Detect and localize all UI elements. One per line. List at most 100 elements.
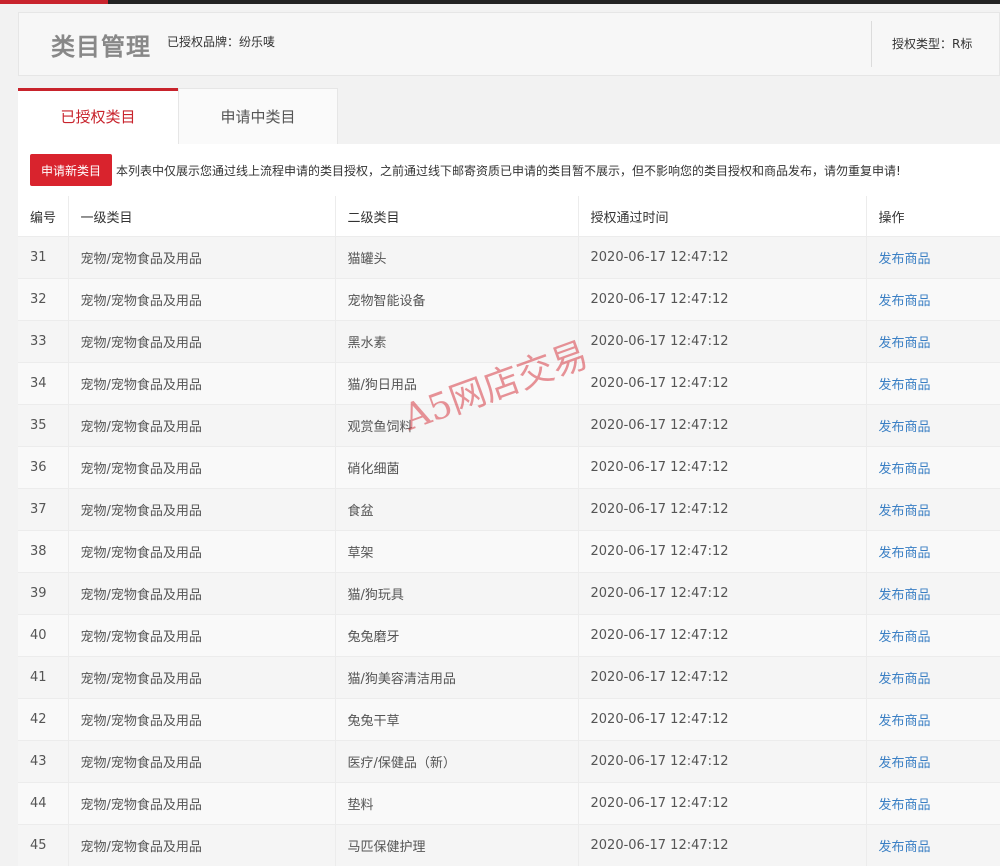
table-row: 33宠物/宠物食品及用品黑水素2020-06-17 12:47:12 发布商品 — [18, 321, 1000, 363]
column-header-time: 授权通过时间 — [578, 196, 866, 237]
publish-product-link[interactable]: 发布商品 — [879, 546, 931, 561]
cell-id: 40 — [18, 615, 68, 657]
cell-level1-category: 宠物/宠物食品及用品 — [68, 741, 335, 783]
cell-level2-category: 马匹保健护理 — [335, 825, 578, 866]
top-bar-accent — [0, 0, 108, 4]
table-row: 35宠物/宠物食品及用品观赏鱼饲料2020-06-17 12:47:12发布商品 — [18, 405, 1000, 447]
cell-id: 34 — [18, 363, 68, 405]
publish-product-link[interactable]: 发布商品 — [879, 588, 931, 603]
table-row: 41宠物/宠物食品及用品猫/狗美容清洁用品2020-06-17 12:47:12… — [18, 657, 1000, 699]
cell-auth-time: 2020-06-17 12:47:12 — [578, 825, 866, 866]
publish-product-link[interactable]: 发布商品 — [879, 336, 931, 351]
table-row: 37宠物/宠物食品及用品食盆2020-06-17 12:47:12 发布商品 — [18, 489, 1000, 531]
tab-authorized-categories[interactable]: 已授权类目 — [18, 88, 178, 144]
cell-auth-time: 2020-06-17 12:47:12 — [578, 447, 866, 489]
publish-product-link[interactable]: 发布商品 — [879, 630, 931, 645]
authorization-type: 授权类型：R标 — [871, 21, 999, 67]
cell-level1-category: 宠物/宠物食品及用品 — [68, 657, 335, 699]
cell-level2-category: 兔兔干草 — [335, 699, 578, 741]
cell-level2-category: 黑水素 — [335, 321, 578, 363]
publish-product-link[interactable]: 发布商品 — [879, 672, 931, 687]
cell-auth-time: 2020-06-17 12:47:12 — [578, 699, 866, 741]
notice-text: 本列表中仅展示您通过线上流程申请的类目授权，之前通过线下邮寄资质已申请的类目暂不… — [116, 162, 901, 179]
publish-product-link[interactable]: 发布商品 — [879, 420, 931, 435]
table-row: 38宠物/宠物食品及用品草架2020-06-17 12:47:12发布商品 — [18, 531, 1000, 573]
cell-action: 发布商品 — [866, 405, 1000, 447]
table-row: 39宠物/宠物食品及用品猫/狗玩具2020-06-17 12:47:12发布商品 — [18, 573, 1000, 615]
cell-id: 32 — [18, 279, 68, 321]
cell-level1-category: 宠物/宠物食品及用品 — [68, 321, 335, 363]
table-row: 31宠物/宠物食品及用品猫罐头2020-06-17 12:47:12发布商品 — [18, 237, 1000, 279]
cell-action: 发布商品 — [866, 699, 1000, 741]
cell-action: 发布商品 — [866, 237, 1000, 279]
cell-level1-category: 宠物/宠物食品及用品 — [68, 405, 335, 447]
cell-action: 发布商品 — [866, 489, 1000, 531]
table-row: 40宠物/宠物食品及用品兔兔磨牙2020-06-17 12:47:12发布商品 — [18, 615, 1000, 657]
cell-action: 发布商品 — [866, 531, 1000, 573]
cell-level2-category: 医疗/保健品（新） — [335, 741, 578, 783]
cell-level1-category: 宠物/宠物食品及用品 — [68, 783, 335, 825]
cell-id: 31 — [18, 237, 68, 279]
tab-pending-categories[interactable]: 申请中类目 — [178, 88, 338, 144]
table-row: 44宠物/宠物食品及用品垫料2020-06-17 12:47:12发布商品 — [18, 783, 1000, 825]
cell-level1-category: 宠物/宠物食品及用品 — [68, 699, 335, 741]
authorized-brand: 已授权品牌：纷乐唛 — [167, 33, 275, 50]
cell-level1-category: 宠物/宠物食品及用品 — [68, 825, 335, 866]
cell-auth-time: 2020-06-17 12:47:12 — [578, 405, 866, 447]
table-row: 36宠物/宠物食品及用品硝化细菌2020-06-17 12:47:12发布商品 — [18, 447, 1000, 489]
cell-action: 发布商品 — [866, 321, 1000, 363]
cell-level1-category: 宠物/宠物食品及用品 — [68, 489, 335, 531]
publish-product-link[interactable]: 发布商品 — [879, 294, 931, 309]
cell-id: 41 — [18, 657, 68, 699]
authorized-category-table: 编号 一级类目 二级类目 授权通过时间 操作 31宠物/宠物食品及用品猫罐头20… — [18, 196, 1000, 866]
cell-level2-category: 宠物智能设备 — [335, 279, 578, 321]
cell-id: 37 — [18, 489, 68, 531]
category-tabs: 已授权类目 申请中类目 — [18, 88, 1000, 145]
cell-level2-category: 猫罐头 — [335, 237, 578, 279]
column-header-id: 编号 — [18, 196, 68, 237]
cell-level2-category: 猫/狗玩具 — [335, 573, 578, 615]
publish-product-link[interactable]: 发布商品 — [879, 756, 931, 771]
cell-level1-category: 宠物/宠物食品及用品 — [68, 447, 335, 489]
cell-level2-category: 草架 — [335, 531, 578, 573]
category-panel: 申请新类目 本列表中仅展示您通过线上流程申请的类目授权，之前通过线下邮寄资质已申… — [18, 144, 1000, 848]
table-header-row: 编号 一级类目 二级类目 授权通过时间 操作 — [18, 196, 1000, 237]
cell-id: 33 — [18, 321, 68, 363]
page-header: 类目管理 已授权品牌：纷乐唛 授权类型：R标 — [18, 12, 1000, 76]
publish-product-link[interactable]: 发布商品 — [879, 252, 931, 267]
publish-product-link[interactable]: 发布商品 — [879, 714, 931, 729]
cell-auth-time: 2020-06-17 12:47:12 — [578, 279, 866, 321]
cell-action: 发布商品 — [866, 363, 1000, 405]
cell-level1-category: 宠物/宠物食品及用品 — [68, 531, 335, 573]
cell-id: 38 — [18, 531, 68, 573]
publish-product-link[interactable]: 发布商品 — [879, 378, 931, 393]
cell-level1-category: 宠物/宠物食品及用品 — [68, 237, 335, 279]
cell-id: 35 — [18, 405, 68, 447]
cell-level2-category: 垫料 — [335, 783, 578, 825]
cell-id: 44 — [18, 783, 68, 825]
cell-auth-time: 2020-06-17 12:47:12 — [578, 657, 866, 699]
cell-action: 发布商品 — [866, 741, 1000, 783]
cell-level2-category: 食盆 — [335, 489, 578, 531]
cell-auth-time: 2020-06-17 12:47:12 — [578, 615, 866, 657]
top-bar — [0, 0, 1000, 4]
apply-new-category-button[interactable]: 申请新类目 — [30, 154, 112, 186]
cell-action: 发布商品 — [866, 657, 1000, 699]
table-row: 32宠物/宠物食品及用品宠物智能设备2020-06-17 12:47:12 发布商… — [18, 279, 1000, 321]
publish-product-link[interactable]: 发布商品 — [879, 462, 931, 477]
cell-action: 发布商品 — [866, 447, 1000, 489]
cell-action: 发布商品 — [866, 825, 1000, 866]
cell-level1-category: 宠物/宠物食品及用品 — [68, 279, 335, 321]
cell-auth-time: 2020-06-17 12:47:12 — [578, 573, 866, 615]
cell-level2-category: 硝化细菌 — [335, 447, 578, 489]
cell-auth-time: 2020-06-17 12:47:12 — [578, 489, 866, 531]
publish-product-link[interactable]: 发布商品 — [879, 504, 931, 519]
publish-product-link[interactable]: 发布商品 — [879, 798, 931, 813]
cell-level1-category: 宠物/宠物食品及用品 — [68, 363, 335, 405]
column-header-level2: 二级类目 — [335, 196, 578, 237]
cell-id: 43 — [18, 741, 68, 783]
cell-auth-time: 2020-06-17 12:47:12 — [578, 321, 866, 363]
table-row: 43宠物/宠物食品及用品医疗/保健品（新）2020-06-17 12:47:12… — [18, 741, 1000, 783]
cell-auth-time: 2020-06-17 12:47:12 — [578, 363, 866, 405]
table-row: 45宠物/宠物食品及用品马匹保健护理2020-06-17 12:47:12发布商… — [18, 825, 1000, 866]
